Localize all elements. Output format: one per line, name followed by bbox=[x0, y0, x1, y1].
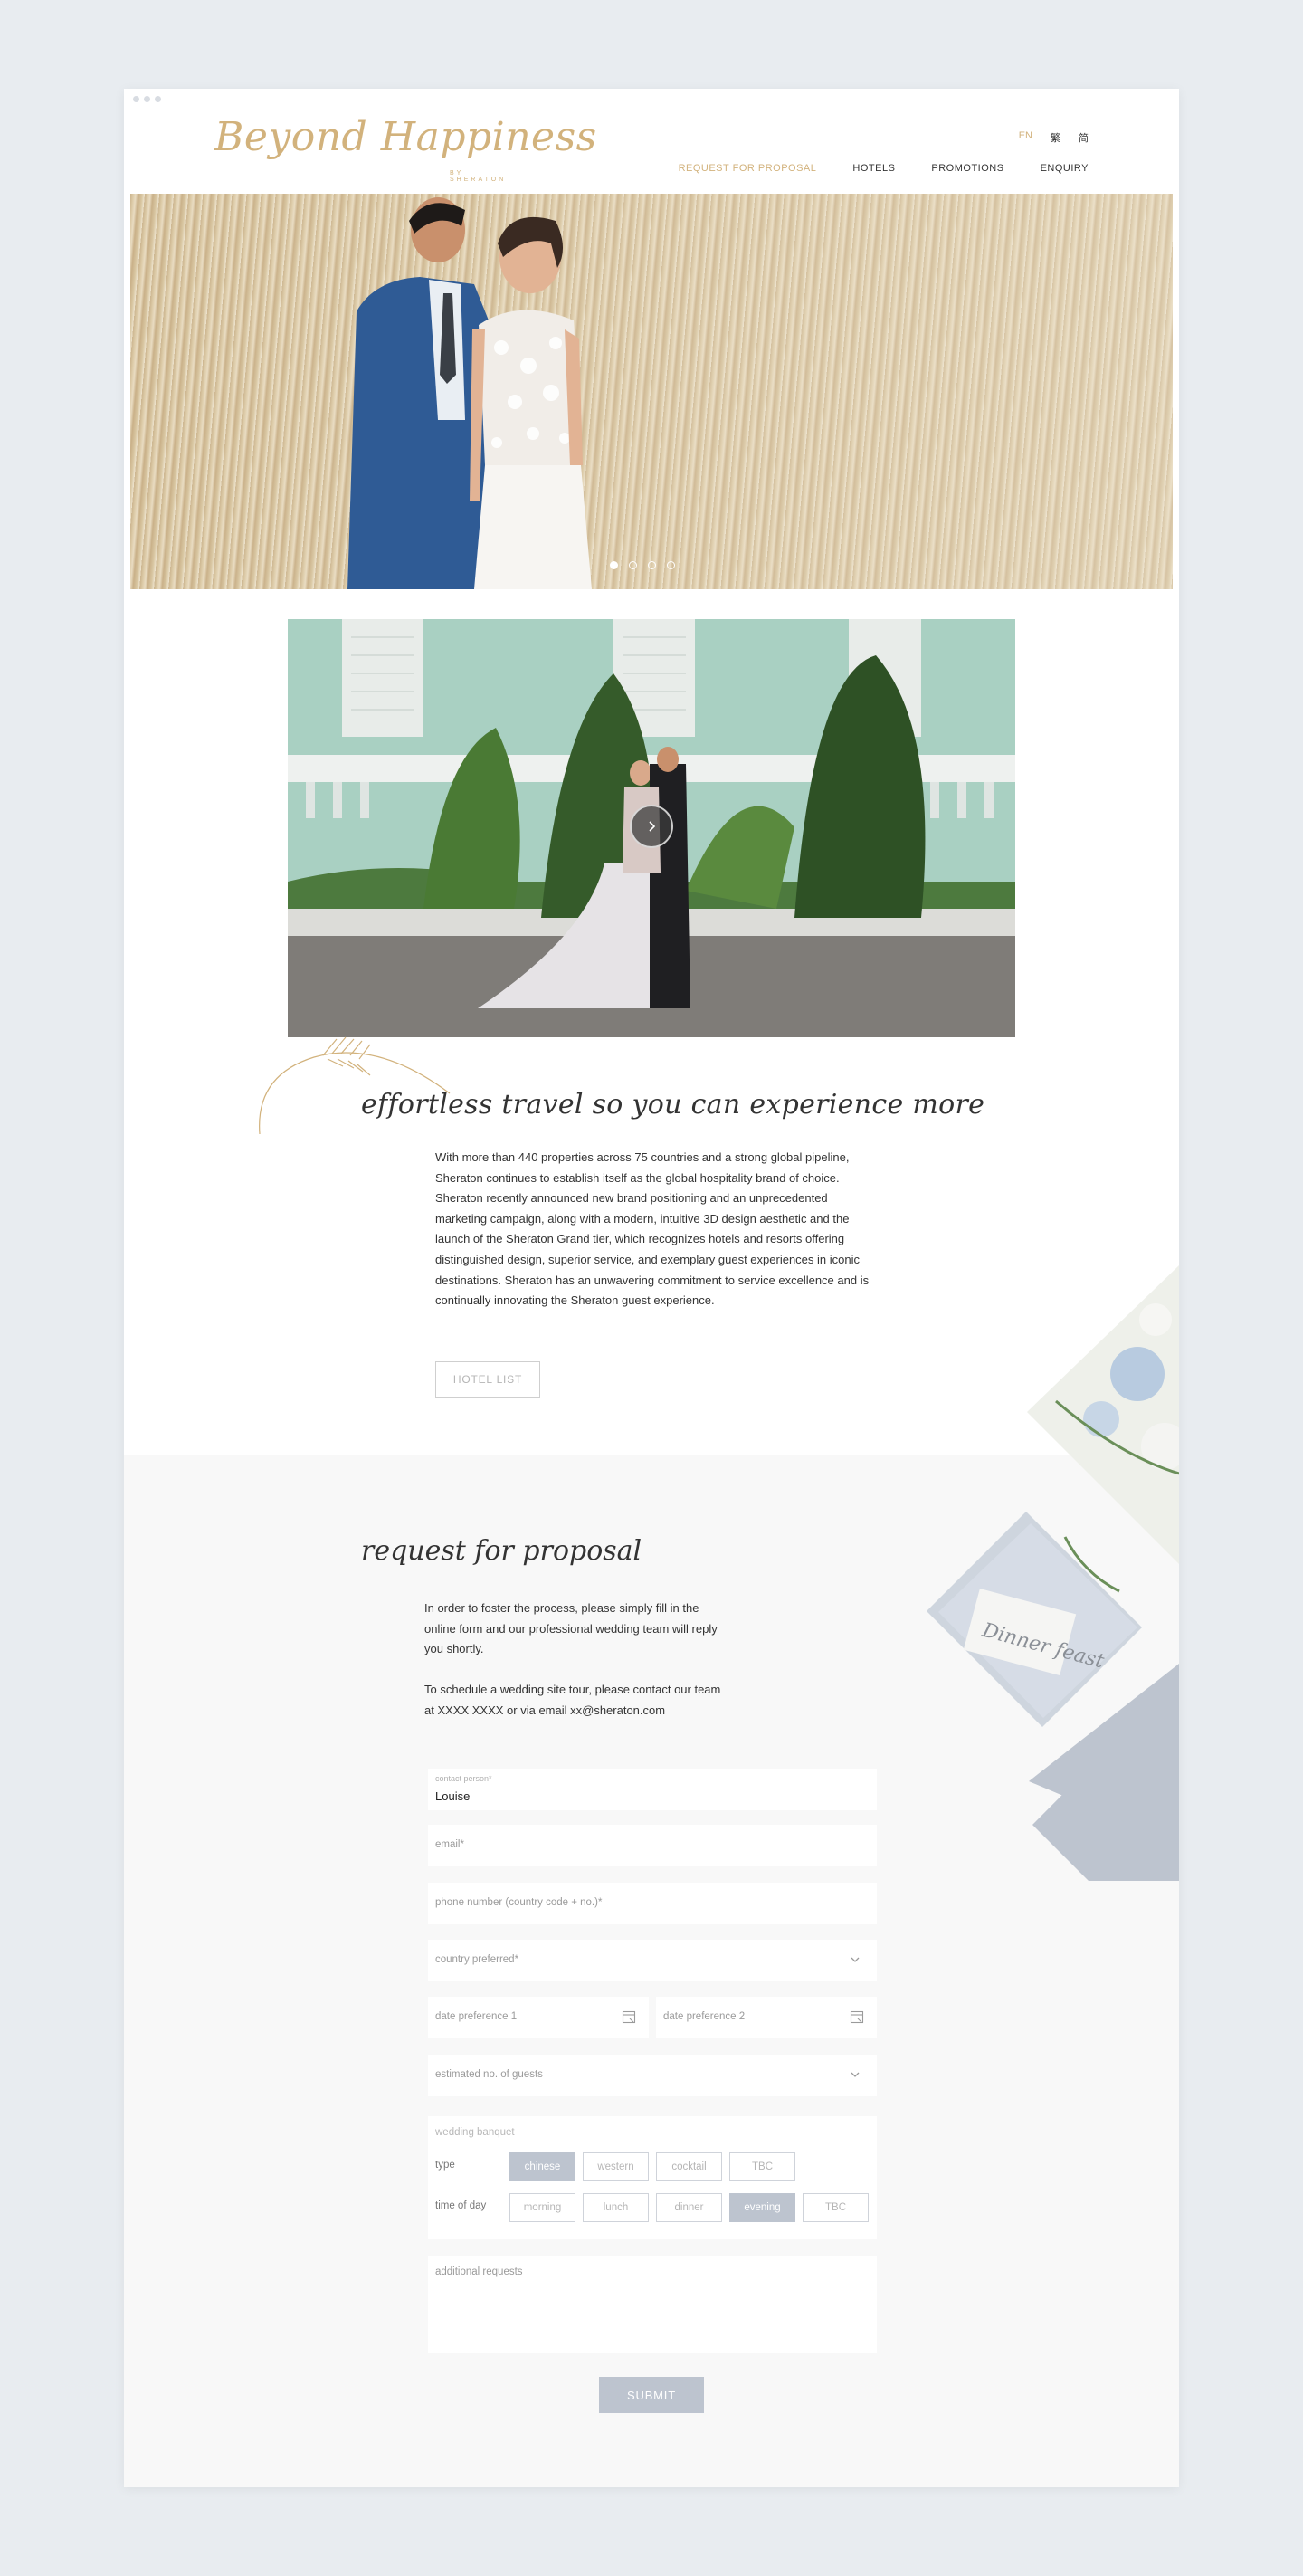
wedding-banquet-group: wedding banquet type chinese western coc… bbox=[428, 2116, 877, 2239]
nav-request-for-proposal[interactable]: REQUEST FOR PROPOSAL bbox=[679, 163, 817, 174]
time-of-day-label: time of day bbox=[435, 2200, 487, 2211]
lang-en[interactable]: EN bbox=[1019, 130, 1032, 145]
email-field[interactable]: email* bbox=[428, 1825, 877, 1866]
additional-requests-placeholder: additional requests bbox=[435, 2266, 523, 2277]
time-dinner-chip[interactable]: dinner bbox=[656, 2193, 722, 2222]
intro-body: With more than 440 properties across 75 … bbox=[435, 1150, 870, 1308]
wedding-video[interactable] bbox=[288, 619, 1015, 1037]
brand-logo[interactable]: Beyond Happiness BY SHERATON bbox=[214, 114, 596, 186]
hotel-list-button[interactable]: HOTEL LIST bbox=[435, 1361, 540, 1398]
guests-select[interactable]: estimated no. of guests bbox=[428, 2055, 877, 2096]
contact-person-field[interactable]: contact person* Louise bbox=[428, 1769, 877, 1810]
carousel-dot[interactable] bbox=[629, 561, 637, 569]
language-switcher: EN 繁 简 bbox=[1019, 130, 1089, 145]
logo-script: Beyond Happiness bbox=[214, 114, 597, 160]
hero-couple-photo bbox=[347, 197, 592, 589]
type-cocktail-chip[interactable]: cocktail bbox=[656, 2152, 722, 2181]
type-western-chip[interactable]: western bbox=[583, 2152, 649, 2181]
time-morning-chip[interactable]: morning bbox=[509, 2193, 575, 2222]
carousel-dots bbox=[610, 561, 675, 569]
guests-placeholder: estimated no. of guests bbox=[435, 2069, 543, 2080]
submit-button[interactable]: SUBMIT bbox=[599, 2377, 704, 2413]
rfp-contact-paragraph: To schedule a wedding site tour, please … bbox=[424, 1683, 721, 1717]
time-lunch-chip[interactable]: lunch bbox=[583, 2193, 649, 2222]
intro-tagline: effortless travel so you can experience … bbox=[361, 1089, 985, 1121]
browser-window: Beyond Happiness BY SHERATON EN 繁 简 REQU… bbox=[124, 89, 1179, 2487]
additional-requests-field[interactable]: additional requests bbox=[428, 2256, 877, 2353]
date-preference-1-field[interactable]: date preference 1 bbox=[428, 1997, 649, 2038]
chevron-down-icon bbox=[851, 1957, 860, 1962]
contact-person-value: Louise bbox=[435, 1789, 471, 1803]
time-evening-chip[interactable]: evening bbox=[729, 2193, 795, 2222]
email-placeholder: email* bbox=[435, 1839, 464, 1850]
rfp-intro-paragraph: In order to foster the process, please s… bbox=[424, 1601, 718, 1656]
phone-field[interactable]: phone number (country code + no.)* bbox=[428, 1883, 877, 1924]
carousel-dot[interactable] bbox=[648, 561, 656, 569]
floral-diamond-decoration: Dinner feast bbox=[927, 1265, 1179, 1881]
country-placeholder: country preferred* bbox=[435, 1954, 519, 1965]
country-select[interactable]: country preferred* bbox=[428, 1940, 877, 1981]
chevron-right-icon bbox=[649, 821, 656, 832]
date-preference-2-field[interactable]: date preference 2 bbox=[656, 1997, 877, 2038]
type-tbc-chip[interactable]: TBC bbox=[729, 2152, 795, 2181]
contact-person-label: contact person* bbox=[435, 1774, 492, 1783]
rfp-title: request for proposal bbox=[361, 1535, 642, 1567]
date-preference-2-placeholder: date preference 2 bbox=[663, 2011, 746, 2022]
logo-subtitle: BY SHERATON bbox=[450, 170, 507, 183]
type-label: type bbox=[435, 2160, 455, 2171]
lang-traditional-chinese[interactable]: 繁 bbox=[1051, 130, 1060, 145]
calendar-icon[interactable] bbox=[622, 2009, 636, 2024]
site-header: Beyond Happiness BY SHERATON EN 繁 简 REQU… bbox=[124, 89, 1179, 194]
date-preference-1-placeholder: date preference 1 bbox=[435, 2011, 518, 2022]
type-chinese-chip[interactable]: chinese bbox=[509, 2152, 575, 2181]
hero-carousel[interactable] bbox=[130, 194, 1173, 589]
chevron-down-icon bbox=[851, 2072, 860, 2077]
nav-hotels[interactable]: HOTELS bbox=[852, 163, 895, 174]
play-button[interactable] bbox=[630, 805, 673, 848]
carousel-dot[interactable] bbox=[610, 561, 618, 569]
time-tbc-chip[interactable]: TBC bbox=[803, 2193, 869, 2222]
calendar-icon[interactable] bbox=[850, 2009, 864, 2024]
phone-placeholder: phone number (country code + no.)* bbox=[435, 1897, 603, 1908]
lang-simplified-chinese[interactable]: 简 bbox=[1079, 130, 1089, 145]
main-nav: REQUEST FOR PROPOSAL HOTELS PROMOTIONS E… bbox=[679, 163, 1089, 174]
banquet-title: wedding banquet bbox=[435, 2127, 515, 2138]
nav-enquiry[interactable]: ENQUIRY bbox=[1041, 163, 1089, 174]
nav-promotions[interactable]: PROMOTIONS bbox=[931, 163, 1003, 174]
carousel-dot[interactable] bbox=[667, 561, 675, 569]
